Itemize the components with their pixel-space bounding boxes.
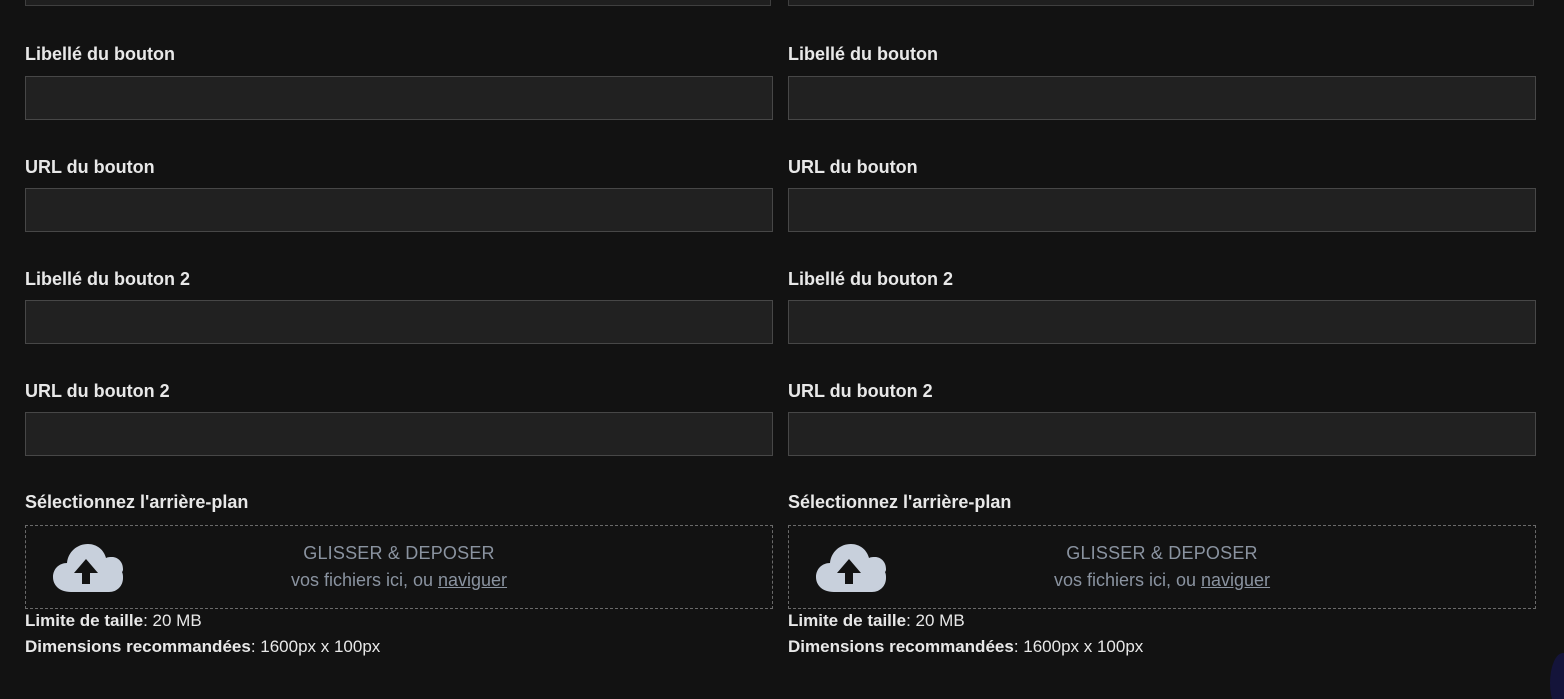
button-label-field-label: Libellé du bouton (25, 44, 175, 64)
size-limit-value: : 20 MB (143, 611, 202, 630)
dimensions-value: : 1600px x 100px (1013, 637, 1144, 656)
button-url-input[interactable] (788, 188, 1536, 232)
dimensions-info: Dimensions recommandées: 1600px x 100px (25, 636, 380, 658)
dropzone-subtitle: vos fichiers ici, ou naviguer (26, 566, 772, 594)
size-limit-value: : 20 MB (906, 611, 965, 630)
button-url-2-field-label: URL du bouton 2 (788, 381, 933, 401)
previous-field-input[interactable] (25, 0, 771, 6)
button-url-2-input[interactable] (788, 412, 1536, 456)
dropzone-text: GLISSER & DEPOSER vos fichiers ici, ou n… (789, 540, 1535, 594)
background-dropzone[interactable]: GLISSER & DEPOSER vos fichiers ici, ou n… (788, 525, 1536, 609)
size-limit-info: Limite de taille: 20 MB (788, 610, 965, 632)
dropzone-subtitle-prefix: vos fichiers ici, ou (1053, 570, 1201, 590)
dropzone-title: GLISSER & DEPOSER (303, 543, 495, 563)
button-url-field-label: URL du bouton (788, 157, 918, 177)
previous-field-input[interactable] (788, 0, 1534, 6)
background-field-label: Sélectionnez l'arrière-plan (25, 492, 249, 512)
dimensions-label: Dimensions recommandées (25, 637, 251, 656)
dimensions-info: Dimensions recommandées: 1600px x 100px (788, 636, 1143, 658)
browse-link[interactable]: naviguer (1201, 570, 1270, 590)
button-url-2-input[interactable] (25, 412, 773, 456)
dropzone-text: GLISSER & DEPOSER vos fichiers ici, ou n… (26, 540, 772, 594)
background-field-label: Sélectionnez l'arrière-plan (788, 492, 1012, 512)
button-label-2-input[interactable] (788, 300, 1536, 344)
size-limit-info: Limite de taille: 20 MB (25, 610, 202, 632)
button-label-2-field-label: Libellé du bouton 2 (788, 269, 953, 289)
button-label-input[interactable] (788, 76, 1536, 120)
button-label-input[interactable] (25, 76, 773, 120)
button-url-2-field-label: URL du bouton 2 (25, 381, 170, 401)
button-url-field-label: URL du bouton (25, 157, 155, 177)
background-dropzone[interactable]: GLISSER & DEPOSER vos fichiers ici, ou n… (25, 525, 773, 609)
browse-link[interactable]: naviguer (438, 570, 507, 590)
floating-widget-edge[interactable] (1550, 653, 1564, 699)
button-label-2-field-label: Libellé du bouton 2 (25, 269, 190, 289)
button-url-input[interactable] (25, 188, 773, 232)
dropzone-subtitle-prefix: vos fichiers ici, ou (290, 570, 438, 590)
button-label-2-input[interactable] (25, 300, 773, 344)
dimensions-value: : 1600px x 100px (250, 637, 381, 656)
dropzone-subtitle: vos fichiers ici, ou naviguer (789, 566, 1535, 594)
dropzone-title: GLISSER & DEPOSER (1066, 543, 1258, 563)
size-limit-label: Limite de taille (25, 611, 144, 630)
form-page: Libellé du bouton URL du bouton Libellé … (0, 0, 1564, 699)
button-label-field-label: Libellé du bouton (788, 44, 938, 64)
size-limit-label: Limite de taille (788, 611, 907, 630)
dimensions-label: Dimensions recommandées (788, 637, 1014, 656)
